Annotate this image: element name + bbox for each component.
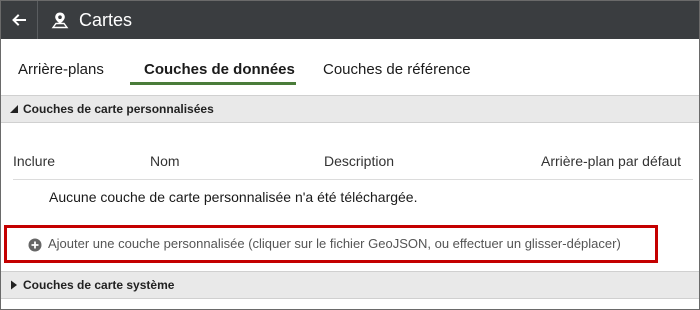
column-header-default-background: Arrière-plan par défaut bbox=[541, 153, 682, 169]
active-tab-indicator bbox=[130, 82, 296, 85]
back-button[interactable] bbox=[1, 1, 37, 39]
arrow-left-icon bbox=[12, 14, 26, 26]
column-header-description: Description bbox=[324, 153, 395, 169]
title-separator bbox=[37, 1, 38, 39]
column-header-name: Nom bbox=[150, 153, 180, 169]
caret-right-icon bbox=[11, 280, 17, 290]
custom-layers-section-header[interactable]: Couches de carte personnalisées bbox=[1, 95, 699, 123]
tab-bar: Arrière-plans Couches de données Couches… bbox=[1, 39, 699, 89]
tab-reference-layers[interactable]: Couches de référence bbox=[323, 61, 471, 78]
page-title: Cartes bbox=[79, 10, 133, 30]
custom-layers-section-title: Couches de carte personnalisées bbox=[23, 102, 214, 116]
add-custom-layer-label: Ajouter une couche personnalisée (clique… bbox=[48, 236, 621, 251]
app-window: Cartes Arrière-plans Couches de données … bbox=[0, 0, 700, 310]
map-marker-icon bbox=[51, 12, 69, 29]
table-header-divider bbox=[13, 179, 693, 180]
system-layers-section-title: Couches de carte système bbox=[23, 278, 175, 292]
empty-table-message: Aucune couche de carte personnalisée n'a… bbox=[49, 189, 418, 205]
column-header-include: Inclure bbox=[13, 153, 56, 169]
title-bar: Cartes bbox=[1, 1, 699, 39]
system-layers-section-header[interactable]: Couches de carte système bbox=[1, 271, 699, 299]
plus-circle-icon bbox=[28, 238, 42, 252]
tab-backgrounds[interactable]: Arrière-plans bbox=[18, 61, 104, 78]
caret-down-icon bbox=[10, 105, 18, 113]
tab-data-layers[interactable]: Couches de données bbox=[144, 61, 295, 78]
add-custom-layer-dropzone[interactable]: Ajouter une couche personnalisée (clique… bbox=[4, 225, 658, 263]
